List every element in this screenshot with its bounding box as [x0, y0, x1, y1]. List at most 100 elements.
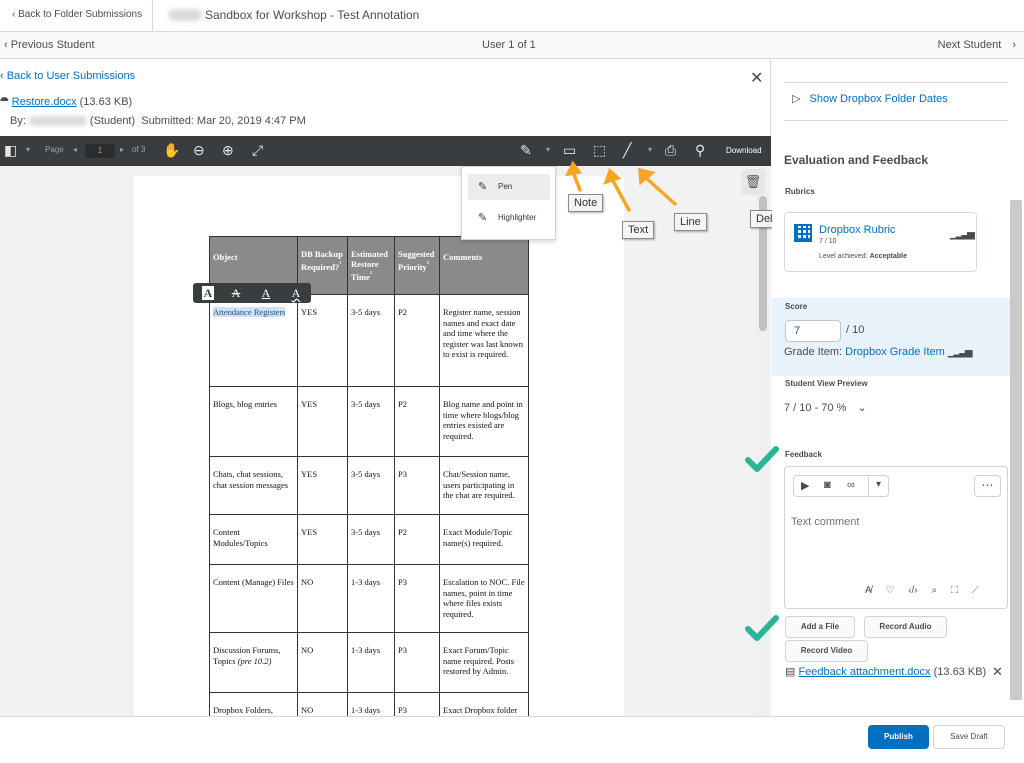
close-icon[interactable]: ✕ [750, 68, 763, 88]
table-row: Content Modules/Topics YES 3-5 days P2 E… [209, 514, 529, 565]
grade-item: Grade Item: Dropbox Grade Item ▁▂▃▅ [784, 346, 973, 358]
note-icon[interactable]: ▭ [563, 142, 576, 159]
link-icon[interactable]: ∞ [847, 479, 855, 491]
add-file-button[interactable]: Add a File [785, 616, 855, 638]
save-draft-button[interactable]: Save Draft [933, 725, 1005, 749]
previous-student-button[interactable]: ‹ Previous Student [4, 39, 95, 51]
document-icon: ▤ [785, 666, 796, 678]
blurred-course-code [168, 9, 202, 21]
back-to-user-submissions-link[interactable]: ‹ Back to User Submissions [0, 70, 135, 82]
feedback-text-area[interactable]: Text comment [791, 516, 1001, 576]
chevron-left-icon: ‹ [4, 39, 8, 51]
video-icon[interactable]: ▶ [801, 479, 809, 492]
chevron-left-icon: ‹ [12, 9, 16, 20]
menu-item-highlighter[interactable]: ✎ Highlighter [468, 205, 550, 231]
publish-button[interactable]: Publish [868, 725, 929, 749]
menu-item-pen[interactable]: ✎ Pen [468, 174, 550, 200]
squiggly-underline-icon[interactable]: A [286, 284, 306, 302]
fit-page-icon[interactable]: ⤢ [252, 142, 263, 159]
file-size: (13.63 KB) [79, 96, 133, 108]
signal-bars-icon: ▁▂▃▅ [947, 347, 973, 358]
source-code-icon[interactable]: ‹/› [908, 585, 917, 596]
back-to-folder-submissions-link[interactable]: ‹ Back to Folder Submissions [12, 9, 142, 20]
table-row: Discussion Forums, Topics (pre 10.2) NO … [209, 632, 529, 693]
score-input[interactable]: 7 [785, 320, 841, 342]
spellcheck-icon[interactable]: A̸ [865, 585, 872, 596]
search-icon[interactable]: ⚲ [695, 142, 705, 159]
print-icon[interactable]: ⎙ [665, 142, 676, 159]
file-name-link[interactable]: Restore.docx [12, 96, 77, 108]
callout-arrows [564, 160, 677, 212]
footer-bar: Publish Save Draft [0, 716, 1024, 763]
chevron-left-icon: ‹ [0, 70, 4, 82]
remove-attachment-icon[interactable]: ✕ [992, 664, 1003, 680]
caret-down-icon[interactable]: ▾ [26, 145, 30, 154]
highlight-text-icon[interactable]: A [198, 284, 218, 302]
feedback-editor: ▶ ◙ ∞ ▾ ⋯ Text comment A̸ ♡ ‹/› ⌕ ⛶ ⟋ [784, 466, 1008, 609]
accessibility-icon[interactable]: ♡ [885, 585, 894, 596]
page-number-input[interactable]: 1 [85, 144, 115, 158]
rubric-level: Level achieved: Acceptable [819, 253, 907, 260]
submission-byline: By: (Student) Submitted: Mar 20, 2019 4:4… [10, 115, 306, 127]
caret-down-icon[interactable]: ▾ [546, 145, 550, 154]
table-row: Attendance Registers YES 3-5 days P2 Reg… [209, 294, 529, 387]
callout-text: Text [622, 221, 655, 239]
insert-toolbar: ▶ ◙ ∞ ▾ [793, 475, 889, 497]
show-dropbox-folder-dates-toggle[interactable]: ▷ Show Dropbox Folder Dates [792, 92, 948, 105]
divider [152, 0, 153, 32]
hand-tool-icon[interactable]: ✋ [163, 142, 180, 159]
next-page-icon[interactable]: ▸ [120, 145, 124, 154]
caret-down-icon[interactable]: ▾ [876, 479, 881, 490]
blurred-student-name [28, 116, 87, 127]
table-header: Estimated Restore Time² [347, 236, 395, 295]
prev-page-icon[interactable]: ◂ [73, 145, 77, 154]
resize-handle-icon[interactable]: ⟋ [972, 585, 979, 596]
underline-icon[interactable]: A [256, 284, 276, 302]
record-video-button[interactable]: Record Video [785, 640, 868, 662]
feedback-label: Feedback [785, 450, 822, 459]
pen-tool-icon[interactable]: ✎ [520, 142, 532, 159]
feedback-attachment: ▤ Feedback attachment.docx (13.63 KB) [785, 666, 987, 678]
strikethrough-icon[interactable]: A [226, 284, 246, 302]
text-markup-toolbar: A A A A [193, 283, 311, 303]
preview-icon[interactable]: ⌕ [931, 585, 937, 596]
check-icon [745, 446, 779, 472]
download-button[interactable]: Download [726, 146, 762, 155]
note-arrow-head [564, 160, 583, 177]
rubric-card[interactable]: Dropbox Rubric 7 / 10 Level achieved: Ac… [784, 212, 977, 272]
sidebar-toggle-icon[interactable]: ◧ [4, 142, 17, 159]
trash-icon[interactable]: 🗑 [741, 169, 765, 195]
student-view-label: Student View Preview [785, 379, 868, 388]
chevron-right-icon: › [1012, 39, 1016, 51]
zoom-in-icon[interactable]: ⊕ [222, 142, 234, 159]
fullscreen-icon[interactable]: ⛶ [951, 585, 958, 596]
table-header: Suggested Priority³ [394, 236, 440, 295]
next-student-button[interactable]: Next Student › [938, 39, 1016, 51]
highlighted-text[interactable]: Attendance Registers [213, 307, 286, 317]
zoom-out-icon[interactable]: ⊖ [193, 142, 205, 159]
callout-note: Note [568, 194, 604, 212]
student-view-value[interactable]: 7 / 10 - 70 % ⌄ [784, 401, 867, 414]
caret-down-icon[interactable]: ▾ [648, 145, 652, 154]
evaluation-title: Evaluation and Feedback [784, 153, 929, 167]
camera-icon[interactable]: ◙ [824, 479, 831, 491]
page-total: of 3 [132, 145, 146, 154]
grade-item-link[interactable]: Dropbox Grade Item [845, 346, 945, 358]
text-box-icon[interactable]: ⬚ [593, 142, 606, 159]
score-out-of: / 10 [846, 324, 865, 336]
rubric-name-link[interactable]: Dropbox Rubric [819, 224, 895, 236]
more-options-button[interactable]: ⋯ [974, 475, 1001, 497]
file-line: ⯊ Restore.docx (13.63 KB) [0, 96, 132, 109]
chevron-right-icon: ▷ [792, 93, 801, 105]
attachment-link[interactable]: Feedback attachment.docx [798, 666, 930, 678]
table-row: Blogs, blog entries YES 3-5 days P2 Blog… [209, 386, 529, 457]
table-row: Content (Manage) Files NO 1-3 days P3 Es… [209, 564, 529, 633]
table-header: Comments [439, 236, 529, 295]
record-audio-button[interactable]: Record Audio [864, 616, 947, 638]
student-nav: ‹ Previous Student User 1 of 1 Next Stud… [0, 32, 1024, 59]
right-pane-scrollbar[interactable] [1010, 200, 1022, 700]
pen-tool-menu: ✎ Pen ✎ Highlighter [461, 166, 556, 240]
rubric-grid-icon [794, 224, 812, 242]
line-tool-icon[interactable]: ╱ [623, 142, 631, 159]
chevron-down-icon: ⌄ [857, 402, 867, 414]
